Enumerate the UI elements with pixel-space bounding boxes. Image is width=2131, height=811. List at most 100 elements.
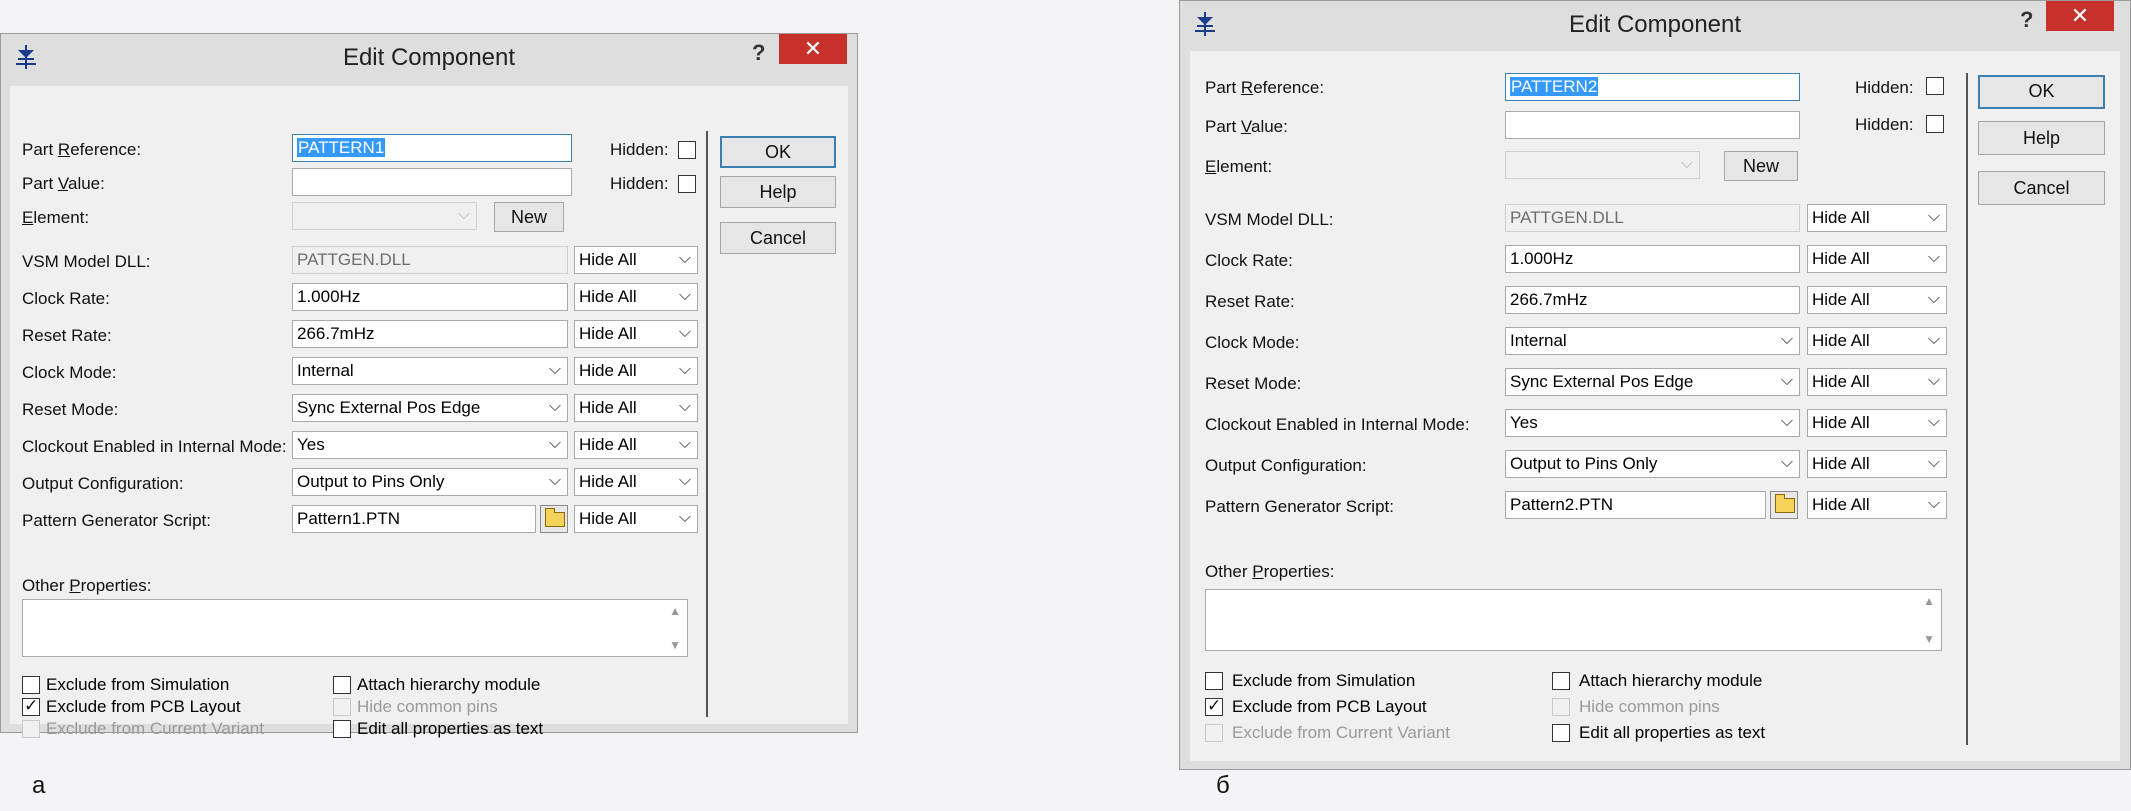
visibility-combo[interactable]: Hide All ⌵ — [1807, 327, 1947, 355]
hide-common-pins-checkbox — [1552, 698, 1570, 716]
property-value-combo[interactable]: Sync External Pos Edge ⌵ — [292, 394, 568, 422]
chevron-down-icon: ⌵ — [678, 324, 691, 341]
ok-button[interactable]: OK — [720, 136, 836, 168]
hidden-value-checkbox[interactable] — [1926, 115, 1944, 133]
visibility-combo[interactable]: Hide All ⌵ — [574, 283, 698, 311]
edit-as-text-checkbox[interactable] — [1552, 724, 1570, 742]
property-value-combo[interactable]: Internal ⌵ — [292, 357, 568, 385]
part-reference-input[interactable]: PATTERN1 — [292, 134, 572, 162]
other-properties-textarea[interactable]: ▲ ▼ — [22, 599, 688, 657]
part-value-input[interactable] — [292, 168, 572, 196]
property-value-input[interactable]: Pattern2.PTN — [1505, 491, 1766, 519]
edit-as-text-checkbox[interactable] — [333, 720, 351, 738]
part-value-input[interactable] — [1505, 111, 1800, 139]
part-reference-input[interactable]: PATTERN2 — [1505, 73, 1800, 101]
hidden-value-checkbox[interactable] — [678, 175, 696, 193]
property-label: VSM Model DLL: — [22, 252, 151, 271]
visibility-combo[interactable]: Hide All ⌵ — [1807, 491, 1947, 519]
property-value-input[interactable]: 266.7mHz — [292, 320, 568, 348]
scroll-down-icon[interactable]: ▼ — [669, 638, 681, 652]
property-value-combo[interactable]: Output to Pins Only ⌵ — [1505, 450, 1800, 478]
exclude-simulation-checkbox[interactable] — [1205, 672, 1223, 690]
chevron-down-icon: ⌵ — [1927, 290, 1940, 307]
chevron-down-icon: ⌵ — [678, 472, 691, 489]
hide-common-pins-checkbox — [333, 698, 351, 716]
help-button[interactable]: Help — [1978, 121, 2105, 155]
hidden-label: Hidden: — [1855, 115, 1914, 134]
exclude-variant-checkbox — [1205, 724, 1223, 742]
exclude-pcb-checkbox[interactable]: ✓ — [22, 696, 40, 716]
exclude-pcb-checkbox[interactable]: ✓ — [1205, 696, 1223, 716]
hidden-label: Hidden: — [1855, 78, 1914, 97]
property-value-input[interactable]: 266.7mHz — [1505, 286, 1800, 314]
figure-caption-b: б — [1216, 772, 1230, 799]
visibility-combo[interactable]: Hide All ⌵ — [574, 320, 698, 348]
scroll-up-icon[interactable]: ▲ — [669, 604, 681, 618]
property-value-combo[interactable]: Sync External Pos Edge ⌵ — [1505, 368, 1800, 396]
attach-hierarchy-checkbox[interactable] — [333, 676, 351, 694]
exclude-variant-checkbox — [22, 720, 40, 738]
attach-hierarchy-checkbox[interactable] — [1552, 672, 1570, 690]
property-value-input[interactable]: 1.000Hz — [292, 283, 568, 311]
help-question-button[interactable]: ? — [2020, 7, 2033, 33]
visibility-combo[interactable]: Hide All ⌵ — [1807, 204, 1947, 232]
visibility-combo[interactable]: Hide All ⌵ — [1807, 409, 1947, 437]
property-label: Clock Mode: — [22, 363, 117, 382]
visibility-combo[interactable]: Hide All ⌵ — [574, 468, 698, 496]
property-value-input[interactable]: 1.000Hz — [1505, 245, 1800, 273]
visibility-combo[interactable]: Hide All ⌵ — [574, 357, 698, 385]
exclude-variant-label: Exclude from Current Variant — [1232, 723, 1450, 742]
visibility-combo[interactable]: Hide All ⌵ — [574, 246, 698, 274]
ok-button[interactable]: OK — [1978, 75, 2105, 109]
element-combo[interactable]: ⌵ — [1505, 151, 1700, 179]
chevron-down-icon: ⌵ — [1927, 495, 1940, 512]
property-value-combo[interactable]: Yes ⌵ — [292, 431, 568, 459]
visibility-combo[interactable]: Hide All ⌵ — [574, 505, 698, 533]
property-label: Clock Rate: — [1205, 251, 1293, 270]
visibility-combo[interactable]: Hide All ⌵ — [1807, 245, 1947, 273]
other-properties-textarea[interactable]: ▲ ▼ — [1205, 589, 1942, 651]
help-question-button[interactable]: ? — [752, 40, 765, 66]
folder-icon — [545, 508, 565, 527]
visibility-combo[interactable]: Hide All ⌵ — [1807, 286, 1947, 314]
cancel-button[interactable]: Cancel — [720, 222, 836, 254]
hidden-reference-checkbox[interactable] — [678, 141, 696, 159]
close-button[interactable]: ✕ — [2046, 1, 2114, 31]
exclude-simulation-checkbox[interactable] — [22, 676, 40, 694]
hide-common-pins-label: Hide common pins — [1579, 697, 1720, 716]
edit-component-dialog-a: Edit Component ? ✕ Part Reference: PATTE… — [0, 33, 858, 738]
property-value-input[interactable]: Pattern1.PTN — [292, 505, 536, 533]
visibility-combo[interactable]: Hide All ⌵ — [1807, 368, 1947, 396]
property-value-combo[interactable]: Output to Pins Only ⌵ — [292, 468, 568, 496]
new-button[interactable]: New — [1724, 151, 1798, 181]
property-value-combo[interactable]: Yes ⌵ — [1505, 409, 1800, 437]
visibility-combo[interactable]: Hide All ⌵ — [574, 431, 698, 459]
title-bar[interactable]: Edit Component ? ✕ — [1, 34, 857, 80]
scroll-up-icon[interactable]: ▲ — [1923, 594, 1935, 608]
browse-folder-button[interactable] — [1770, 491, 1798, 519]
exclude-pcb-label: Exclude from PCB Layout — [46, 697, 241, 716]
title-bar[interactable]: Edit Component ? ✕ — [1180, 1, 2130, 47]
property-label: Clockout Enabled in Internal Mode: — [22, 437, 287, 456]
dialog-title: Edit Component — [1568, 11, 1742, 38]
hidden-reference-checkbox[interactable] — [1926, 77, 1944, 95]
browse-folder-button[interactable] — [540, 505, 568, 533]
property-label: Clock Rate: — [22, 289, 110, 308]
element-combo[interactable]: ⌵ — [292, 202, 477, 230]
dialog-client-area: Part Reference: PATTERN2 Hidden: Part Va… — [1190, 51, 2120, 761]
property-label: Clock Mode: — [1205, 333, 1300, 352]
close-button[interactable]: ✕ — [779, 34, 847, 64]
chevron-down-icon: ⌵ — [1927, 331, 1940, 348]
property-value-combo[interactable]: Internal ⌵ — [1505, 327, 1800, 355]
new-button[interactable]: New — [494, 202, 564, 232]
chevron-down-icon: ⌵ — [678, 435, 691, 452]
scroll-down-icon[interactable]: ▼ — [1923, 632, 1935, 646]
visibility-combo[interactable]: Hide All ⌵ — [574, 394, 698, 422]
help-button[interactable]: Help — [720, 176, 836, 208]
part-reference-label: Part Reference: — [22, 140, 142, 159]
chevron-down-icon: ⌵ — [1927, 249, 1940, 266]
other-properties-label: Other Properties: — [22, 576, 152, 595]
chevron-down-icon: ⌵ — [457, 206, 470, 223]
visibility-combo[interactable]: Hide All ⌵ — [1807, 450, 1947, 478]
cancel-button[interactable]: Cancel — [1978, 171, 2105, 205]
